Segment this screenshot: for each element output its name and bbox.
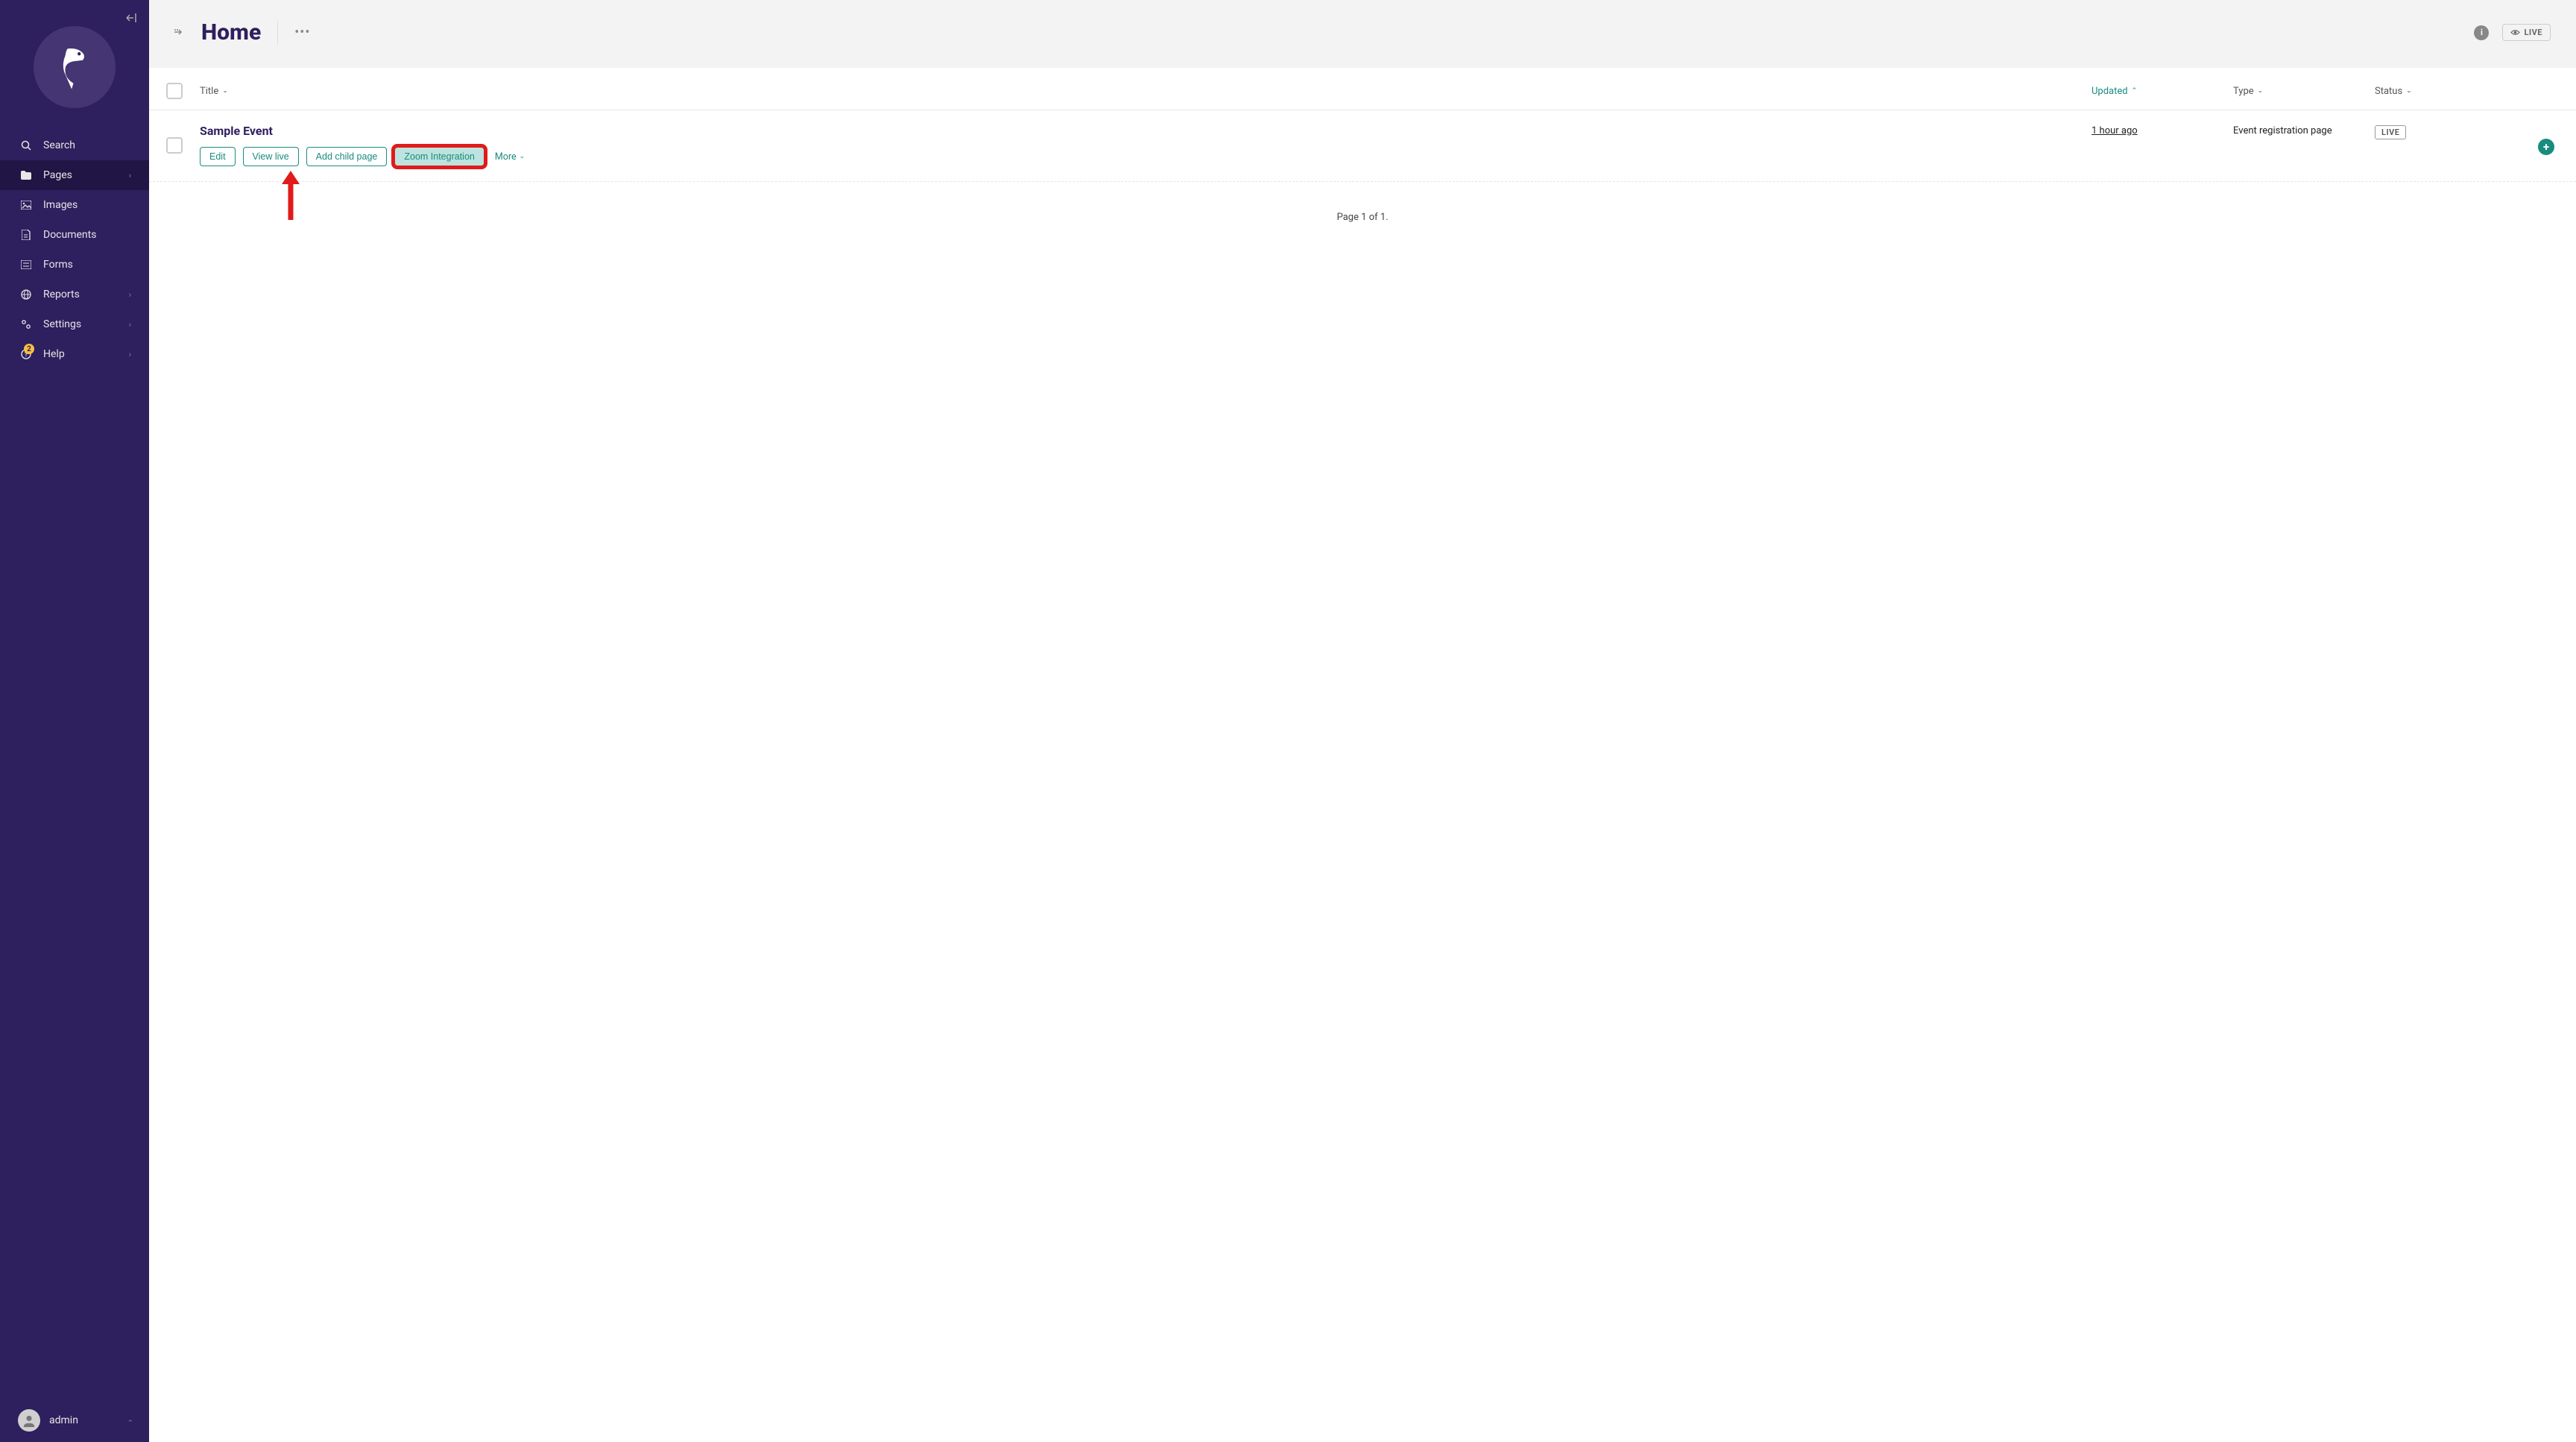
nav-list: Search Pages › Images Documents Forms [0,130,149,1399]
add-child-button[interactable]: + [2538,139,2554,155]
folder-icon [18,169,34,181]
nav-label: Forms [43,259,73,271]
sidebar: Search Pages › Images Documents Forms [0,0,149,1442]
image-icon [18,199,34,211]
globe-icon [18,289,34,300]
chevron-up-icon: › [125,1419,135,1421]
chevron-down-icon: ⌄ [2258,87,2264,95]
zoom-integration-button[interactable]: Zoom Integration [394,147,484,166]
row-actions: Edit View live Add child page Zoom Integ… [200,147,2077,166]
live-label: LIVE [2524,28,2542,37]
main-content: Home ••• i LIVE Title ⌄ [149,0,2576,1442]
chevron-up-icon: ⌃ [2132,87,2138,95]
page-header: Home ••• i LIVE [149,0,2576,68]
nav-reports[interactable]: Reports › [0,280,149,309]
nav-help[interactable]: 2 ? Help › [0,339,149,369]
document-icon [18,229,34,241]
nav-images[interactable]: Images [0,190,149,220]
nav-search[interactable]: Search [0,130,149,160]
nav-label: Documents [43,229,96,241]
column-type[interactable]: Type ⌄ [2233,86,2263,97]
nav-pages[interactable]: Pages › [0,160,149,190]
chevron-right-icon: › [129,350,131,359]
wagtail-logo[interactable] [34,26,116,108]
chevron-down-icon: ⌄ [222,87,228,95]
help-badge: 2 [24,344,34,354]
chevron-right-icon: › [129,320,131,330]
nav-label: Search [43,139,75,151]
nav-documents[interactable]: Documents [0,220,149,250]
page-link[interactable]: Sample Event [200,124,2077,138]
edit-button[interactable]: Edit [200,147,236,166]
add-child-page-button[interactable]: Add child page [306,147,388,166]
column-updated[interactable]: Updated ⌃ [2092,86,2137,97]
divider [277,21,278,45]
info-button[interactable]: i [2474,25,2489,40]
select-all-checkbox[interactable] [166,83,183,99]
chevron-right-icon: › [129,290,131,300]
column-status[interactable]: Status ⌄ [2375,86,2412,97]
table-row: Sample Event Edit View live Add child pa… [149,110,2576,182]
nav-label: Settings [43,318,81,330]
header-more-button[interactable]: ••• [294,25,310,40]
search-icon [18,139,34,151]
chevron-right-icon: › [129,171,131,180]
live-status-button[interactable]: LIVE [2502,24,2551,41]
row-updated[interactable]: 1 hour ago [2092,124,2233,136]
pagination: Page 1 of 1. [149,182,2576,253]
nav-label: Help [43,348,65,360]
nav-label: Images [43,199,78,211]
row-type: Event registration page [2233,124,2375,136]
chevron-down-icon: ⌄ [2406,87,2412,95]
user-menu[interactable]: admin › [0,1399,149,1442]
listing-table: Title ⌄ Updated ⌃ Type ⌄ [149,68,2576,253]
nav-label: Pages [43,169,72,181]
status-badge: LIVE [2375,125,2406,139]
cog-icon [18,318,34,330]
sidebar-collapse-button[interactable] [126,11,138,25]
nav-label: Reports [43,289,80,300]
row-checkbox[interactable] [166,137,183,154]
avatar [18,1409,40,1432]
column-title[interactable]: Title ⌄ [200,86,228,97]
view-live-button[interactable]: View live [243,147,299,166]
form-icon [18,259,34,271]
page-title: Home [201,19,261,45]
table-header-row: Title ⌄ Updated ⌃ Type ⌄ [149,68,2576,110]
user-name: admin [49,1414,78,1426]
nav-forms[interactable]: Forms [0,250,149,280]
nav-settings[interactable]: Settings › [0,309,149,339]
breadcrumb-expand-icon[interactable] [174,27,185,39]
eye-icon [2510,29,2520,36]
more-actions-button[interactable]: More ⌄ [492,148,528,166]
chevron-down-icon: ⌄ [520,153,525,160]
